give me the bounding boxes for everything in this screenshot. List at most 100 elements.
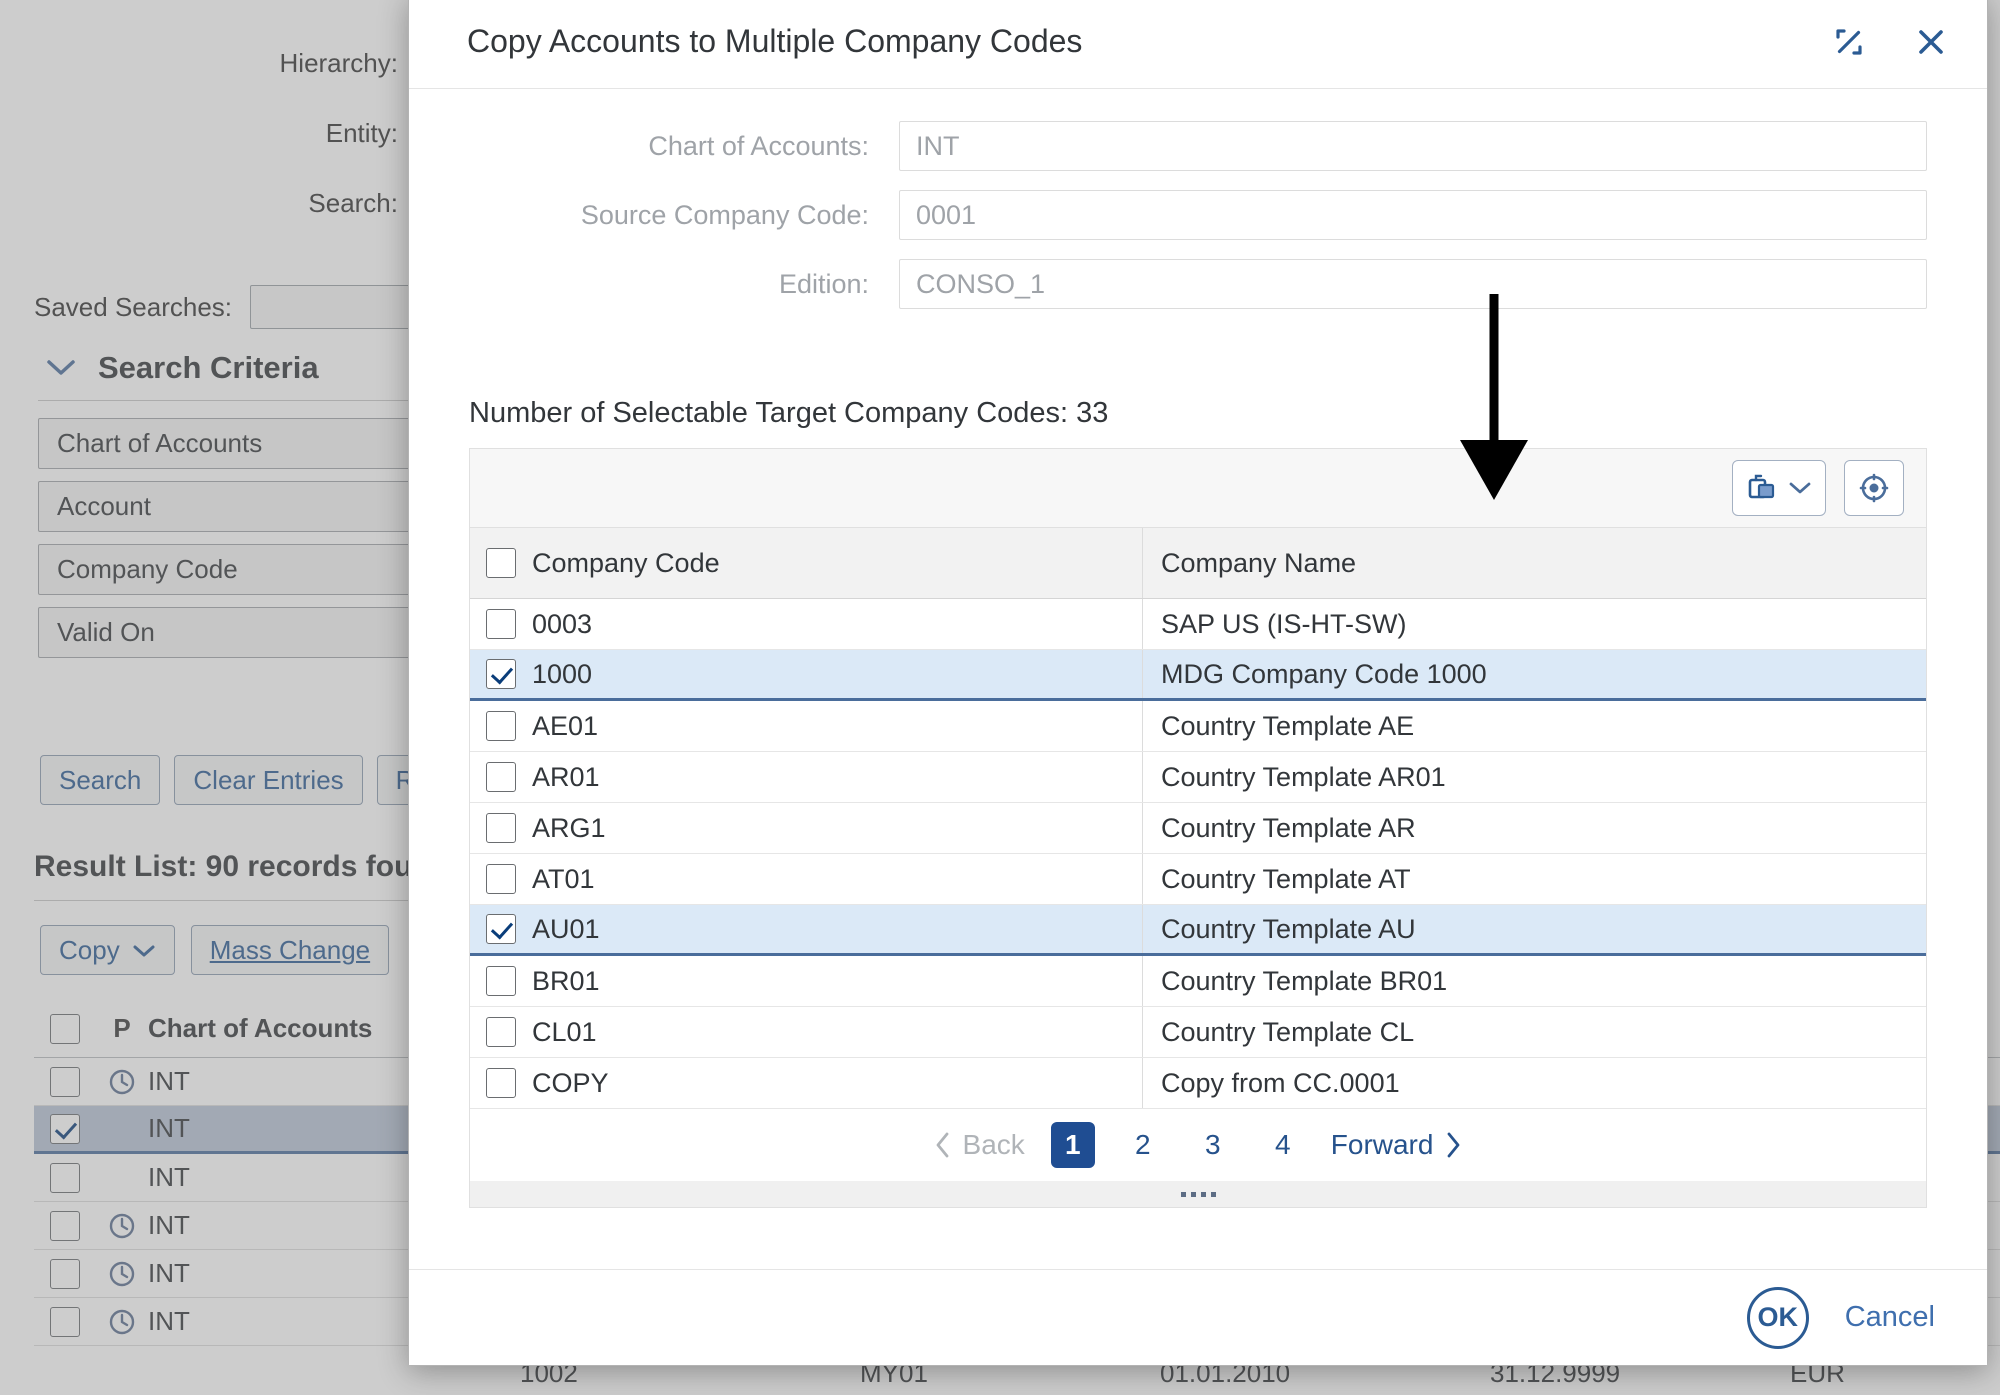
row-chart-of-accounts: INT xyxy=(148,1210,190,1240)
row-status-cell xyxy=(96,1308,148,1336)
dialog-title: Copy Accounts to Multiple Company Codes xyxy=(467,23,1083,59)
criteria-field-valid-on[interactable]: Valid On xyxy=(38,607,430,658)
table-resize-grip[interactable] xyxy=(470,1181,1926,1207)
pagination-forward-button[interactable]: Forward xyxy=(1331,1129,1464,1161)
mass-change-label: Mass Change xyxy=(209,934,371,965)
table-row[interactable]: CL01 Country Template CL xyxy=(470,1007,1926,1058)
table-row[interactable]: AT01 Country Template AT xyxy=(470,854,1926,905)
row-checkbox[interactable] xyxy=(34,1113,96,1144)
edition-label: Edition: xyxy=(778,268,869,299)
hierarchy-label: Hierarchy: xyxy=(279,48,398,78)
table-row[interactable]: AR01 Country Template AR01 xyxy=(470,752,1926,803)
settings-gear-icon-button[interactable] xyxy=(1844,460,1904,516)
cell-company-name: Country Template AT xyxy=(1161,863,1411,894)
chart-of-accounts-label: Chart of Accounts: xyxy=(648,130,869,161)
row-checkbox[interactable] xyxy=(470,813,532,843)
pagination-page-1[interactable]: 1 xyxy=(1050,1122,1095,1168)
pagination-back-button[interactable]: Back xyxy=(933,1129,1025,1161)
row-checkbox[interactable] xyxy=(34,1306,96,1337)
cell-company-code: 0003 xyxy=(532,608,593,639)
row-status-cell xyxy=(96,1260,148,1288)
screen-root: Hierarchy: Entity: Search: Saved Searche… xyxy=(0,0,2000,1395)
pagination-page-2[interactable]: 2 xyxy=(1121,1122,1165,1168)
source-company-code-field: 0001 xyxy=(899,190,1927,240)
select-all-checkbox[interactable] xyxy=(470,548,532,578)
row-checkbox[interactable] xyxy=(470,914,532,944)
cell-company-name: Country Template CL xyxy=(1161,1016,1415,1047)
copy-dropdown-button[interactable]: Copy xyxy=(40,925,175,975)
table-row[interactable]: COPY Copy from CC.0001 xyxy=(470,1058,1926,1109)
column-header-p: P xyxy=(113,1013,131,1043)
table-row[interactable]: ARG1 Country Template AR xyxy=(470,803,1926,854)
clock-icon xyxy=(109,1069,135,1094)
row-checkbox[interactable] xyxy=(470,659,532,689)
table-row[interactable]: BR01 Country Template BR01 xyxy=(470,956,1926,1007)
table-row[interactable]: 0003 SAP US (IS-HT-SW) xyxy=(470,599,1926,650)
dialog-header: Copy Accounts to Multiple Company Codes xyxy=(409,0,1987,89)
chevron-down-icon xyxy=(1789,482,1811,494)
clear-entries-button[interactable]: Clear Entries xyxy=(174,755,363,805)
form-row-edition: Edition: CONSO_1 xyxy=(469,259,1927,309)
result-list-divider xyxy=(34,900,434,901)
criteria-field-chart-of-accounts[interactable]: Chart of Accounts xyxy=(38,418,430,469)
criteria-field-account[interactable]: Account xyxy=(38,481,430,532)
row-checkbox[interactable] xyxy=(470,864,532,894)
personalize-copy-icon-button[interactable] xyxy=(1732,460,1826,516)
close-icon[interactable] xyxy=(1903,14,1959,70)
dialog-body: Chart of Accounts: INT Source Company Co… xyxy=(409,89,1987,1269)
form-row-source-company-code: Source Company Code: 0001 xyxy=(469,190,1927,240)
row-status-cell xyxy=(96,1068,148,1096)
cell-company-code: AU01 xyxy=(532,913,600,944)
chevron-down-icon xyxy=(46,357,76,379)
row-checkbox[interactable] xyxy=(34,1210,96,1241)
copy-button-label: Copy xyxy=(59,934,120,965)
cell-company-name: Country Template BR01 xyxy=(1161,965,1448,996)
search-button[interactable]: Search xyxy=(40,755,161,805)
row-checkbox[interactable] xyxy=(470,1017,532,1047)
search-criteria-divider xyxy=(38,400,418,401)
row-chart-of-accounts: INT xyxy=(148,1258,190,1288)
cancel-button[interactable]: Cancel xyxy=(1845,1301,1935,1334)
pagination-page-3[interactable]: 3 xyxy=(1191,1122,1235,1168)
copy-accounts-dialog: Copy Accounts to Multiple Company Codes xyxy=(408,0,1988,1366)
cell-company-name: SAP US (IS-HT-SW) xyxy=(1161,608,1407,639)
pagination-page-4[interactable]: 4 xyxy=(1261,1122,1305,1168)
result-list-title: Result List: 90 records fou xyxy=(34,850,413,883)
edition-field: CONSO_1 xyxy=(899,259,1927,309)
mass-change-button[interactable]: Mass Change xyxy=(190,925,390,975)
row-chart-of-accounts: INT xyxy=(148,1066,190,1096)
chevron-down-icon xyxy=(132,935,156,966)
select-all-checkbox[interactable] xyxy=(34,1013,96,1044)
search-action-buttons: Search Clear Entries R xyxy=(40,755,434,805)
cell-company-name: Country Template AR01 xyxy=(1161,761,1446,792)
row-checkbox[interactable] xyxy=(470,609,532,639)
ok-button[interactable]: OK xyxy=(1746,1286,1809,1349)
row-chart-of-accounts: INT xyxy=(148,1113,190,1143)
table-row[interactable]: 1000 MDG Company Code 1000 xyxy=(470,650,1926,701)
cell-company-name: Country Template AE xyxy=(1161,710,1415,741)
row-checkbox[interactable] xyxy=(470,762,532,792)
column-header-chart-of-accounts: Chart of Accounts xyxy=(148,1013,373,1043)
row-checkbox[interactable] xyxy=(34,1258,96,1289)
row-status-cell xyxy=(96,1212,148,1240)
criteria-field-company-code[interactable]: Company Code xyxy=(38,544,430,595)
table-row[interactable]: AU01 Country Template AU xyxy=(470,905,1926,956)
source-company-code-label: Source Company Code: xyxy=(580,199,869,230)
resize-icon[interactable] xyxy=(1821,14,1877,70)
search-criteria-header[interactable]: Search Criteria xyxy=(46,350,319,386)
dialog-header-icons xyxy=(1821,14,1959,70)
row-checkbox[interactable] xyxy=(470,1068,532,1098)
search-criteria-fields: Chart of Accounts Account Company Code V… xyxy=(38,418,430,670)
row-checkbox[interactable] xyxy=(470,711,532,741)
table-row[interactable]: AE01 Country Template AE xyxy=(470,701,1926,752)
column-header-company-code: Company Code xyxy=(532,547,720,578)
target-company-codes-table: Company Code Company Name 0003 SAP US (IS… xyxy=(469,448,1927,1208)
row-checkbox[interactable] xyxy=(34,1066,96,1097)
row-checkbox[interactable] xyxy=(470,966,532,996)
table-pagination: Back 1234 Forward xyxy=(470,1109,1926,1181)
entity-label: Entity: xyxy=(325,118,398,148)
cell-company-name: Country Template AU xyxy=(1161,913,1416,944)
row-checkbox[interactable] xyxy=(34,1162,96,1193)
search-criteria-title: Search Criteria xyxy=(98,350,319,385)
pagination-back-label: Back xyxy=(962,1129,1025,1160)
